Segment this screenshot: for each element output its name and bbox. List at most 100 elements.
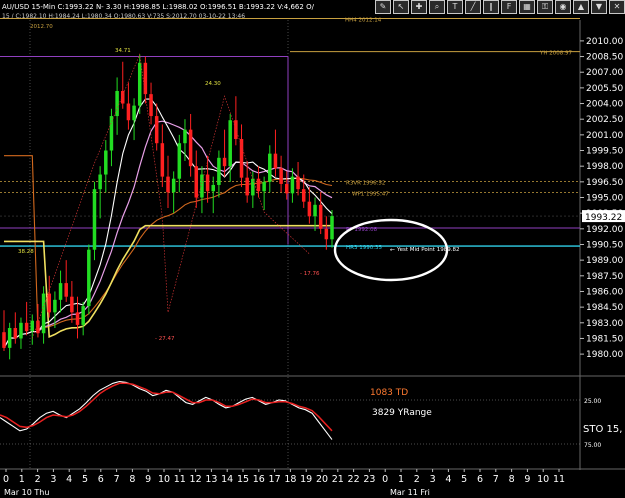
price-tick-label: 1983.00 (586, 319, 623, 329)
candle-body (2, 332, 6, 348)
time-tick-label: 2 (414, 474, 420, 485)
candle-body (149, 94, 153, 117)
eye-icon[interactable]: ◉ (555, 0, 571, 14)
date-label-1: Mar 10 Thu (4, 488, 49, 497)
time-tick-label: 7 (493, 474, 499, 485)
price-tick-label: 1987.50 (586, 272, 623, 282)
time-tick-label: 5 (82, 474, 88, 485)
line-icon[interactable]: ╱ (465, 0, 481, 14)
text-icon[interactable]: T (447, 0, 463, 14)
down-icon[interactable]: ▼ (591, 0, 607, 14)
price-tick-label: 1999.50 (586, 147, 623, 157)
candle-body (154, 116, 159, 144)
date-label-2: Mar 11 Fri (390, 488, 430, 497)
price-tick-label: 2007.00 (586, 68, 623, 78)
candle-body (19, 322, 23, 339)
candle-body (262, 181, 266, 192)
crosshair-icon[interactable]: ✚ (411, 0, 427, 14)
grid-icon[interactable]: ▦ (519, 0, 535, 14)
candle-body (92, 189, 97, 250)
time-tick-label: 4 (66, 474, 72, 485)
fib-icon[interactable]: F (501, 0, 517, 14)
arrow-icon: ← (390, 247, 395, 254)
candle-body (132, 105, 136, 121)
time-tick-label: 12 (190, 474, 202, 485)
candle-body (330, 216, 334, 240)
level-label-wp1: WP1 1995.47 (352, 192, 389, 198)
price-tick-label: 2001.00 (586, 131, 623, 141)
candle-body (87, 249, 91, 307)
candle-body (171, 178, 176, 193)
level-label-r3vr: R3VR 1996.52 (346, 181, 385, 187)
time-tick-label: 6 (477, 474, 483, 485)
candle-body (324, 228, 329, 240)
candle-body (251, 178, 255, 196)
header-symbol-line: AU/USD 15-Min C:1993.22 N- 3.30 H:1998.8… (2, 3, 315, 11)
candle-body (268, 153, 272, 182)
annotation-text: 38.28 (18, 249, 34, 255)
time-tick-label: 0 (382, 474, 388, 485)
time-tick-label: 8 (509, 474, 515, 485)
price-tick-label: 1992.00 (586, 225, 623, 235)
annotation-text: 24.30 (205, 81, 221, 87)
price-tick-label: 1984.50 (586, 303, 623, 313)
time-tick-label: 17 (269, 474, 281, 485)
time-tick-label: 5 (461, 474, 467, 485)
sto-tick-label: 75.00 (584, 442, 601, 449)
annotation-text: - 27.47 (155, 336, 175, 342)
candle-body (126, 103, 131, 121)
candle-body (301, 189, 306, 202)
time-tick-label: 18 (284, 474, 296, 485)
candle-body (245, 177, 249, 196)
chart-canvas[interactable]: AU/USD 15-Min C:1993.22 N- 3.30 H:1998.8… (0, 0, 625, 498)
candle-body (307, 201, 312, 217)
time-tick-label: 21 (332, 474, 344, 485)
price-tick-label: 1996.50 (586, 178, 623, 188)
time-tick-label: 14 (221, 474, 233, 485)
time-tick-label: 9 (524, 474, 530, 485)
annotation-text: 2012.70 (30, 24, 53, 30)
candle-body (109, 116, 114, 151)
annotation-text: 34.71 (115, 48, 131, 54)
time-tick-label: 0 (3, 474, 9, 485)
price-tick-label: 2004.00 (586, 100, 623, 110)
candle-body (30, 320, 35, 332)
time-tick-label: 22 (348, 474, 360, 485)
candle-body (285, 183, 289, 194)
time-tick-label: 3 (430, 474, 436, 485)
candle-body (166, 176, 170, 193)
up-icon[interactable]: ▲ (573, 0, 589, 14)
zoom-icon[interactable]: ⌕ (429, 0, 445, 14)
annotation-text: - 17.76 (300, 271, 320, 277)
candle-body (313, 204, 317, 217)
time-tick-label: 11 (174, 474, 186, 485)
cursor-icon[interactable]: ↖ (393, 0, 409, 14)
candle-body (7, 328, 12, 348)
candle-body (290, 176, 295, 194)
candle-body (296, 176, 300, 190)
candle-body (188, 129, 193, 167)
level-label-hr3: HR3 1990.35 (346, 245, 382, 251)
sto-annotation-label: STO 15, (583, 424, 622, 435)
brush-icon[interactable]: ✎ (375, 0, 391, 14)
time-tick-label: 2 (35, 474, 41, 485)
candle-body (137, 62, 142, 106)
time-tick-label: 10 (158, 474, 170, 485)
time-tick-label: 20 (316, 474, 328, 485)
price-tick-label: 1990.50 (586, 240, 623, 250)
candle-body (143, 62, 148, 95)
time-tick-label: 19 (300, 474, 312, 485)
candle-body (256, 178, 261, 192)
candle-body (279, 168, 283, 184)
toolbar: ✎ ↖ ✚ ⌕ T ╱ ∥ F ▦ ⚿ ◉ ▲ ▼ ✕ (375, 0, 625, 14)
time-tick-label: 3 (50, 474, 56, 485)
close-icon[interactable]: ✕ (609, 0, 625, 14)
channel-icon[interactable]: ∥ (483, 0, 499, 14)
lock-icon[interactable]: ⚿ (537, 0, 553, 14)
time-tick-label: 10 (537, 474, 549, 485)
price-tick-label: 2005.50 (586, 84, 623, 94)
time-tick-label: 9 (145, 474, 151, 485)
candle-body (273, 153, 278, 169)
candle-body (177, 143, 182, 179)
time-tick-label: 7 (114, 474, 120, 485)
